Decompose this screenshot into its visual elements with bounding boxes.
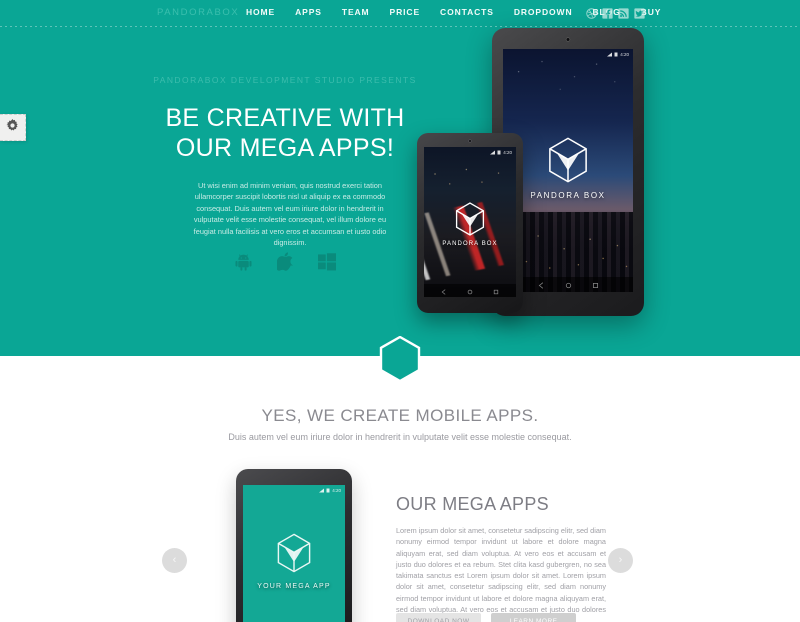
hero-section: 4:20 PANDORA BOX 4:20 PANDORA BOX PANDOR… [0, 0, 800, 356]
tablet-home-icon [565, 276, 572, 293]
nav-item-dropdown[interactable]: DROPDOWN [514, 7, 573, 17]
tablet-recents-icon [592, 276, 599, 293]
gear-icon [6, 118, 19, 137]
phone-screen: 4:20 PANDORA BOX [424, 147, 516, 297]
settings-panel-toggle[interactable] [0, 114, 26, 141]
hero-eyebrow: PANDORABOX DEVELOPMENT STUDIO PRESENTS [153, 75, 417, 85]
mega-apps-buttons: DOWNLOAD NOW LEARN MORE [396, 613, 576, 622]
social-links [586, 6, 645, 19]
section-subtitle: Duis autem vel eum iriure dolor in hendr… [228, 432, 572, 442]
nav-item-apps[interactable]: APPS [295, 7, 322, 17]
nav-divider [0, 26, 800, 27]
hero-paragraph: Ut wisi enim ad minim veniam, quis nostr… [193, 181, 387, 248]
section-title: YES, WE CREATE MOBILE APPS. [261, 406, 539, 425]
top-navigation: PANDORABOX HOME APPS TEAM PRICE CONTACTS… [0, 0, 800, 27]
tablet-status-bar: 4:20 [607, 52, 629, 57]
nav-item-price[interactable]: PRICE [390, 7, 420, 17]
rss-icon[interactable] [618, 6, 629, 19]
showcase-phone-mockup: 4:20 YOUR MEGA APP [236, 469, 352, 622]
tablet-camera-icon [565, 37, 571, 42]
tablet-status-time: 4:20 [620, 52, 629, 57]
phone-camera-icon [468, 139, 472, 143]
tablet-back-icon [538, 276, 545, 293]
android-icon[interactable] [234, 253, 252, 271]
showcase-phone-screen: 4:20 YOUR MEGA APP [243, 485, 345, 622]
hero-title-line-1: BE CREATIVE WITH [165, 104, 405, 132]
phone-mockup: 4:20 PANDORA BOX [417, 133, 523, 313]
mega-apps-paragraph: Lorem ipsum dolor sit amet, consetetur s… [396, 526, 606, 622]
twitter-icon[interactable] [634, 6, 645, 19]
mega-apps-title: OUR MEGA APPS [396, 494, 549, 514]
showcase-app-name: YOUR MEGA APP [257, 583, 331, 590]
facebook-icon[interactable] [602, 6, 613, 19]
showcase-status-time: 4:20 [332, 488, 341, 493]
showcase-status-bar: 4:20 [319, 488, 341, 493]
learn-more-button[interactable]: LEARN MORE [491, 613, 576, 622]
phone-recents-icon [493, 282, 499, 298]
carousel-next-button[interactable]: › [608, 548, 633, 573]
apple-icon[interactable] [276, 252, 293, 271]
phone-app-name: PANDORA BOX [442, 241, 498, 247]
showcase-cube-logo-icon [276, 533, 312, 578]
nav-item-team[interactable]: TEAM [342, 7, 370, 17]
dribbble-icon[interactable] [586, 6, 597, 19]
chevron-right-icon: › [618, 554, 623, 566]
phone-nav-bar [424, 284, 516, 297]
phone-back-icon [441, 282, 447, 298]
nav-item-contacts[interactable]: CONTACTS [440, 7, 494, 17]
phone-status-time: 4:20 [503, 150, 512, 155]
tablet-cube-logo-icon [547, 137, 589, 188]
phone-status-bar: 4:20 [490, 150, 512, 155]
carousel-prev-button[interactable]: ‹ [162, 548, 187, 573]
landing-page: 4:20 PANDORA BOX 4:20 PANDORA BOX PANDOR… [0, 0, 800, 622]
windows-icon[interactable] [317, 252, 336, 271]
hexagon-divider [379, 335, 421, 383]
site-logo[interactable]: PANDORABOX [157, 7, 239, 18]
download-now-button[interactable]: DOWNLOAD NOW [396, 613, 481, 622]
chevron-left-icon: ‹ [172, 554, 177, 566]
nav-item-home[interactable]: HOME [246, 7, 275, 17]
phone-home-icon [467, 282, 473, 298]
phone-cube-logo-icon [455, 202, 486, 241]
